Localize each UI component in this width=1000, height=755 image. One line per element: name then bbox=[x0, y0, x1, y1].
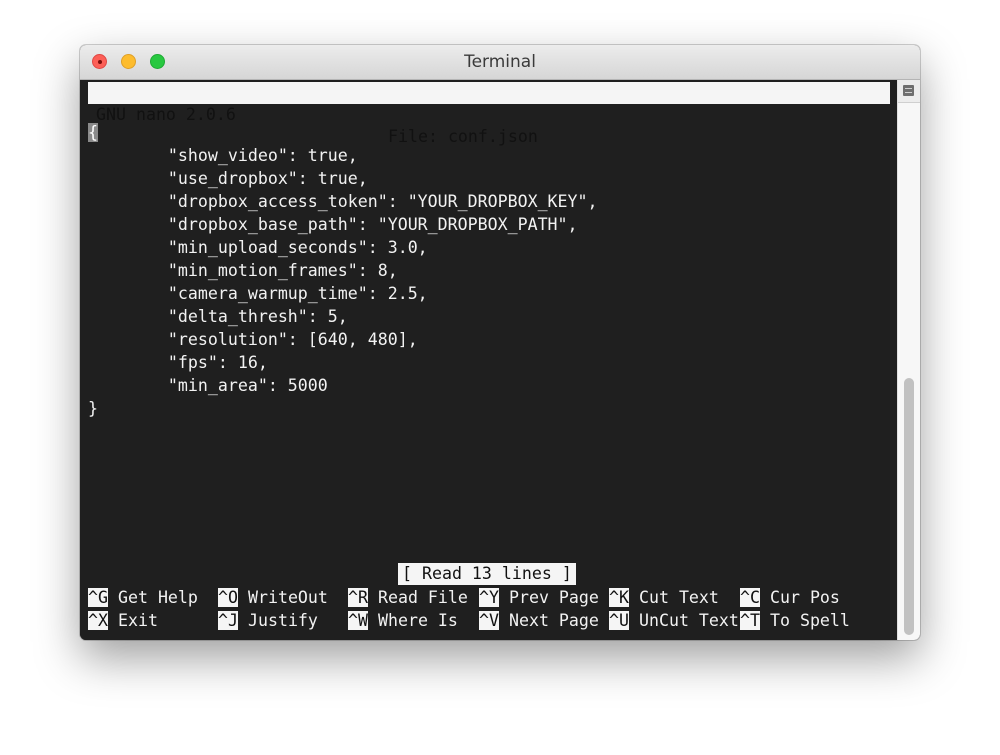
shortcut-key: ^X bbox=[88, 611, 108, 630]
buffer-line: "min_motion_frames": 8, bbox=[88, 261, 398, 280]
shortcut-cut-text[interactable]: ^K Cut Text bbox=[609, 586, 719, 609]
buffer-line: "delta_thresh": 5, bbox=[88, 307, 348, 326]
nano-editor[interactable]: GNU nano 2.0.6 File: conf.json { "show_v… bbox=[80, 80, 898, 640]
buffer-line: } bbox=[88, 399, 98, 418]
split-pane-icon bbox=[903, 85, 914, 96]
shortcut-label: UnCut Text bbox=[638, 611, 739, 630]
scrollbar-thumb[interactable] bbox=[904, 378, 914, 635]
shortcut-key: ^O bbox=[218, 588, 238, 607]
shortcut-writeout[interactable]: ^O WriteOut bbox=[218, 586, 328, 609]
shortcut-key: ^Y bbox=[479, 588, 499, 607]
buffer-line: "use_dropbox": true, bbox=[88, 169, 368, 188]
nano-header: GNU nano 2.0.6 File: conf.json bbox=[88, 82, 890, 146]
shortcut-key: ^C bbox=[740, 588, 760, 607]
shortcut-prev-page[interactable]: ^Y Prev Page bbox=[479, 586, 599, 609]
buffer-line: "camera_warmup_time": 2.5, bbox=[88, 284, 428, 303]
buffer-line: "dropbox_access_token": "YOUR_DROPBOX_KE… bbox=[88, 192, 598, 211]
shortcut-key: ^R bbox=[348, 588, 368, 607]
cursor: { bbox=[88, 123, 98, 142]
vertical-scrollbar[interactable] bbox=[897, 80, 920, 640]
shortcut-read-file[interactable]: ^R Read File bbox=[348, 586, 468, 609]
shortcut-label: Cut Text bbox=[638, 588, 719, 607]
shortcut-cur-pos[interactable]: ^C Cur Pos bbox=[740, 586, 840, 609]
shortcut-label: Exit bbox=[117, 611, 158, 630]
buffer-line: "show_video": true, bbox=[88, 146, 358, 165]
shortcut-where-is[interactable]: ^W Where Is bbox=[348, 609, 458, 632]
shortcut-label: Get Help bbox=[117, 588, 198, 607]
buffer-line: "min_upload_seconds": 3.0, bbox=[88, 238, 428, 257]
split-pane-button[interactable] bbox=[898, 80, 920, 103]
shortcut-key: ^G bbox=[88, 588, 108, 607]
shortcut-uncut-text[interactable]: ^U UnCut Text bbox=[609, 609, 739, 632]
shortcut-exit[interactable]: ^X Exit bbox=[88, 609, 158, 632]
shortcut-label: Where Is bbox=[377, 611, 458, 630]
shortcut-label: Next Page bbox=[508, 611, 599, 630]
buffer-line: { bbox=[88, 121, 98, 144]
terminal-window: Terminal GNU nano 2.0.6 File: conf.json … bbox=[80, 45, 920, 640]
nano-version: GNU nano 2.0.6 bbox=[96, 105, 236, 124]
shortcut-key: ^K bbox=[609, 588, 629, 607]
shortcut-label: Read File bbox=[377, 588, 468, 607]
shortcut-label: Justify bbox=[247, 611, 318, 630]
shortcut-to-spell[interactable]: ^T To Spell bbox=[740, 609, 850, 632]
shortcut-key: ^W bbox=[348, 611, 368, 630]
shortcut-label: To Spell bbox=[769, 611, 850, 630]
shortcut-get-help[interactable]: ^G Get Help bbox=[88, 586, 198, 609]
window-title: Terminal bbox=[464, 52, 536, 72]
status-message: [ Read 13 lines ] bbox=[398, 563, 576, 585]
buffer-line: "dropbox_base_path": "YOUR_DROPBOX_PATH"… bbox=[88, 215, 578, 234]
shortcut-key: ^J bbox=[218, 611, 238, 630]
shortcut-label: WriteOut bbox=[247, 588, 328, 607]
shortcut-label: Cur Pos bbox=[769, 588, 840, 607]
shortcut-justify[interactable]: ^J Justify bbox=[218, 609, 318, 632]
file-name: File: conf.json bbox=[388, 127, 538, 146]
buffer-line: "min_area": 5000 bbox=[88, 376, 328, 395]
shortcut-key: ^U bbox=[609, 611, 629, 630]
shortcut-next-page[interactable]: ^V Next Page bbox=[479, 609, 599, 632]
shortcut-label: Prev Page bbox=[508, 588, 599, 607]
title-bar[interactable]: Terminal bbox=[80, 45, 920, 80]
shortcut-key: ^V bbox=[479, 611, 499, 630]
buffer-line: "resolution": [640, 480], bbox=[88, 330, 418, 349]
shortcut-key: ^T bbox=[740, 611, 760, 630]
buffer-line: "fps": 16, bbox=[88, 353, 268, 372]
